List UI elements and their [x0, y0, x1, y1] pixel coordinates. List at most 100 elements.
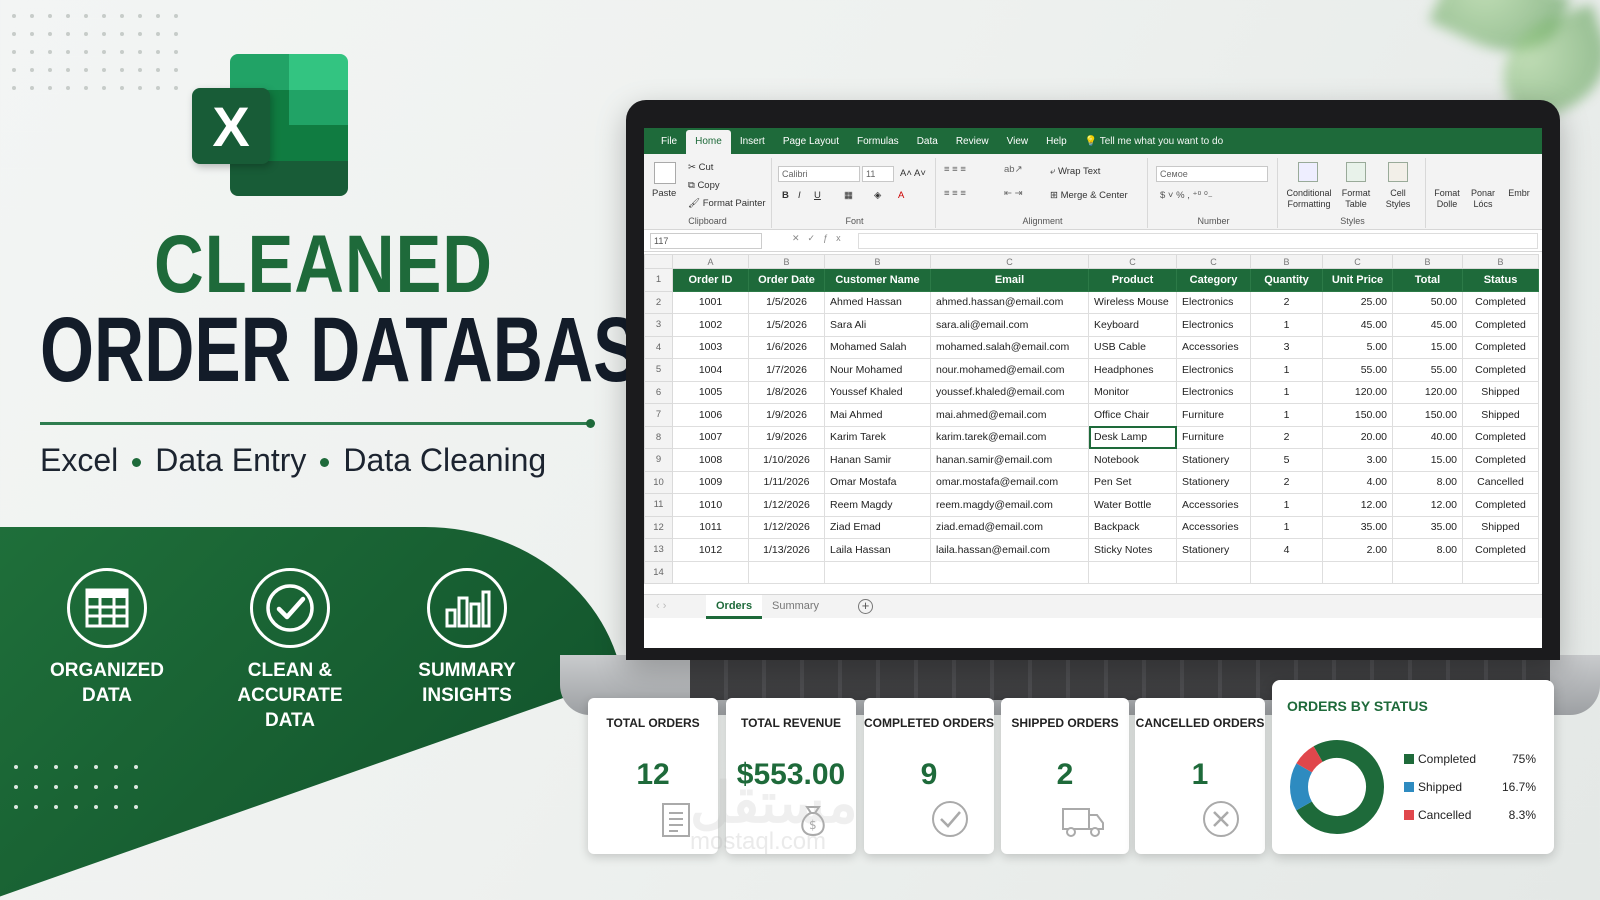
cell[interactable]: Completed	[1462, 290, 1539, 314]
cell[interactable]: 12.00	[1322, 493, 1393, 517]
cell[interactable]: Karim Tarek	[824, 425, 931, 449]
cell[interactable]: Nour Mohamed	[824, 358, 931, 382]
cell[interactable]: Monitor	[1088, 380, 1177, 404]
cell[interactable]: 1/5/2026	[748, 290, 825, 314]
cell[interactable]	[672, 560, 749, 584]
cell[interactable]: Accessories	[1176, 335, 1251, 359]
cell-styles-button[interactable]: Cell Styles	[1378, 188, 1418, 210]
cell[interactable]: Electronics	[1176, 358, 1251, 382]
cell[interactable]: 50.00	[1392, 290, 1463, 314]
cell[interactable]: 120.00	[1322, 380, 1393, 404]
cell[interactable]: 35.00	[1392, 515, 1463, 539]
cell[interactable]: 150.00	[1392, 403, 1463, 427]
column-header[interactable]: Customer Name	[824, 268, 931, 292]
cell[interactable]: 25.00	[1322, 290, 1393, 314]
row-number[interactable]: 10	[644, 470, 673, 494]
column-letter[interactable]: A	[672, 254, 749, 269]
row-number[interactable]: 9	[644, 448, 673, 472]
cell[interactable]: 15.00	[1392, 335, 1463, 359]
cell[interactable]: 1/12/2026	[748, 493, 825, 517]
name-box[interactable]: 117	[650, 233, 762, 249]
cell[interactable]: 2	[1250, 290, 1323, 314]
cell[interactable]: 1/12/2026	[748, 515, 825, 539]
row-number[interactable]: 4	[644, 335, 673, 359]
column-letter[interactable]: B	[1250, 254, 1323, 269]
cell[interactable]: Completed	[1462, 313, 1539, 337]
cell[interactable]: 45.00	[1392, 313, 1463, 337]
row-number[interactable]: 12	[644, 515, 673, 539]
cell[interactable]: Accessories	[1176, 515, 1251, 539]
currency-percent-icons[interactable]: $ ˅ % , ⁺⁰ ⁰₋	[1160, 190, 1213, 201]
cell[interactable]: 150.00	[1322, 403, 1393, 427]
cell[interactable]: Omar Mostafa	[824, 470, 931, 494]
font-name-select[interactable]: Calibri	[778, 166, 860, 182]
select-all-corner[interactable]	[644, 254, 673, 269]
cell[interactable]: 1012	[672, 538, 749, 562]
cell[interactable]: Laila Hassan	[824, 538, 931, 562]
format-painter-button[interactable]: 🖌 Format Painter	[688, 198, 766, 209]
cell[interactable]: 1007	[672, 425, 749, 449]
cell[interactable]: Reem Magdy	[824, 493, 931, 517]
cell[interactable]: Completed	[1462, 335, 1539, 359]
italic-button[interactable]: I	[798, 190, 801, 201]
cell[interactable]: 1011	[672, 515, 749, 539]
cell[interactable]: Completed	[1462, 493, 1539, 517]
cell[interactable]	[1176, 560, 1251, 584]
cell[interactable]: 120.00	[1392, 380, 1463, 404]
cut-button[interactable]: ✂ Cut	[688, 162, 713, 173]
cell[interactable]: 1010	[672, 493, 749, 517]
cell[interactable]: 1008	[672, 448, 749, 472]
format-table-button[interactable]: Format Table	[1336, 188, 1376, 210]
cell[interactable]: hanan.samir@email.com	[930, 448, 1089, 472]
cell[interactable]: nour.mohamed@email.com	[930, 358, 1089, 382]
indent-icon[interactable]: ⇤ ⇥	[1004, 188, 1023, 199]
cell[interactable]: Ahmed Hassan	[824, 290, 931, 314]
cell[interactable]: 1002	[672, 313, 749, 337]
cell[interactable]: 1/9/2026	[748, 403, 825, 427]
font-size-select[interactable]: 11	[862, 166, 894, 182]
cell[interactable]: Electronics	[1176, 313, 1251, 337]
column-letter[interactable]: B	[1392, 254, 1463, 269]
column-header[interactable]: Product	[1088, 268, 1177, 292]
column-header[interactable]: Email	[930, 268, 1089, 292]
cell[interactable]: 3	[1250, 335, 1323, 359]
cell[interactable]: 2.00	[1322, 538, 1393, 562]
cell[interactable]: 1009	[672, 470, 749, 494]
cell[interactable]: 1006	[672, 403, 749, 427]
cell[interactable]: 55.00	[1392, 358, 1463, 382]
cell[interactable]: Hanan Samir	[824, 448, 931, 472]
formula-input[interactable]	[858, 233, 1538, 249]
cell[interactable]: Pen Set	[1088, 470, 1177, 494]
font-color-icon[interactable]: A	[898, 190, 904, 201]
column-header[interactable]: Total	[1392, 268, 1463, 292]
tab-file[interactable]: File	[652, 130, 686, 154]
tab-page-layout[interactable]: Page Layout	[774, 130, 848, 154]
tab-insert[interactable]: Insert	[731, 130, 774, 154]
cell[interactable]: Furniture	[1176, 425, 1251, 449]
cell[interactable]	[930, 560, 1089, 584]
cell[interactable]: Shipped	[1462, 515, 1539, 539]
row-number[interactable]: 8	[644, 425, 673, 449]
sheet-tab-summary[interactable]: Summary	[762, 595, 829, 619]
column-letter[interactable]: B	[748, 254, 825, 269]
row-number[interactable]: 14	[644, 560, 673, 584]
cell[interactable]: ahmed.hassan@email.com	[930, 290, 1089, 314]
cell[interactable]: 45.00	[1322, 313, 1393, 337]
cell[interactable]: Water Bottle	[1088, 493, 1177, 517]
cell[interactable]: Office Chair	[1088, 403, 1177, 427]
cell[interactable]: 5.00	[1322, 335, 1393, 359]
cell[interactable]: Ziad Emad	[824, 515, 931, 539]
cell[interactable]: 1/10/2026	[748, 448, 825, 472]
cell[interactable]: 2	[1250, 470, 1323, 494]
underline-button[interactable]: U	[814, 190, 821, 201]
cell[interactable]: Youssef Khaled	[824, 380, 931, 404]
cell[interactable]: Sticky Notes	[1088, 538, 1177, 562]
cell[interactable]	[748, 560, 825, 584]
cell[interactable]: 1	[1250, 493, 1323, 517]
cell[interactable]: Electronics	[1176, 380, 1251, 404]
column-letter[interactable]: C	[930, 254, 1089, 269]
cell[interactable]: Shipped	[1462, 403, 1539, 427]
cell[interactable]: Mohamed Salah	[824, 335, 931, 359]
cell[interactable]: mohamed.salah@email.com	[930, 335, 1089, 359]
cell[interactable]: Sara Ali	[824, 313, 931, 337]
